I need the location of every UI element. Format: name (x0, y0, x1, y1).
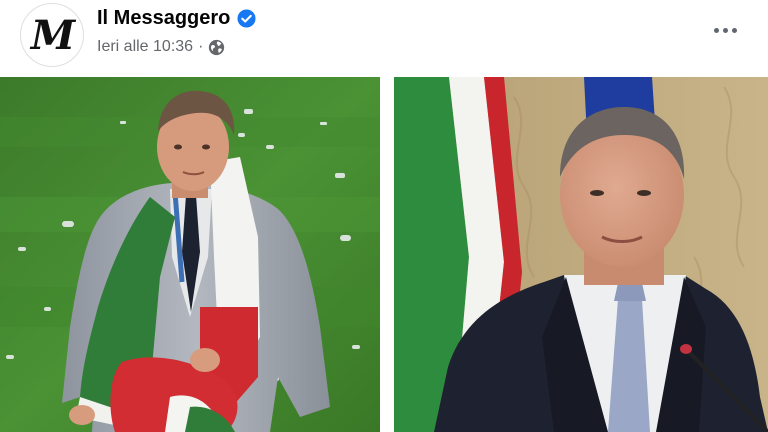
page-name-link[interactable]: Il Messaggero (97, 7, 230, 30)
meta-separator: · (198, 38, 204, 55)
post-timestamp-link[interactable]: Ieri alle 10:36 (97, 38, 193, 56)
messaggero-logo: M (30, 11, 75, 59)
photo-2[interactable] (394, 77, 768, 432)
page-name-row: Il Messaggero (97, 5, 256, 31)
more-options-button[interactable] (703, 12, 747, 48)
post-header: M Il Messaggero Ieri alle 10:36 · (0, 0, 768, 76)
page-avatar[interactable]: M (20, 3, 84, 67)
photo-1[interactable] (0, 77, 380, 432)
facebook-post: M Il Messaggero Ieri alle 10:36 · (0, 0, 768, 432)
photo-1-image (0, 77, 380, 432)
post-meta: Ieri alle 10:36 · (97, 36, 225, 58)
more-options-icon (713, 27, 737, 33)
globe-icon[interactable] (208, 39, 225, 56)
verified-badge-icon (237, 8, 256, 28)
photo-2-image (394, 77, 768, 432)
post-photos (0, 77, 768, 432)
